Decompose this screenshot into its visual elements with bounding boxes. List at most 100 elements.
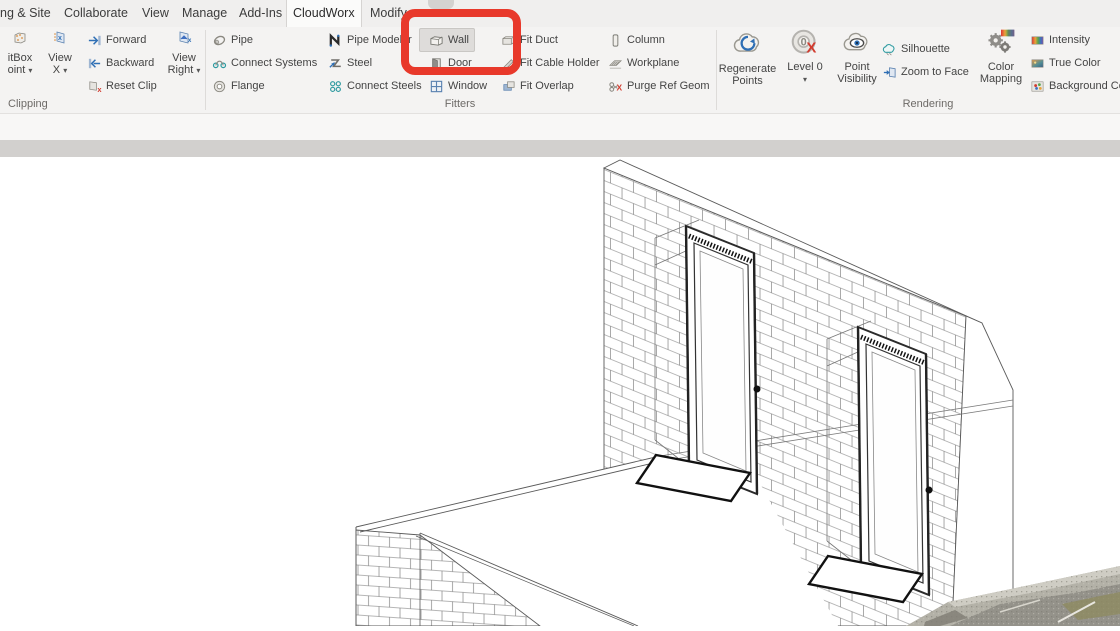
view-right-label-1: View bbox=[164, 52, 204, 64]
connect-systems-icon bbox=[211, 55, 227, 71]
silhouette-icon bbox=[881, 41, 897, 57]
window-icon bbox=[428, 78, 444, 94]
fit-overlap-label: Fit Overlap bbox=[520, 80, 574, 92]
flange-label: Flange bbox=[231, 80, 265, 92]
viewport-top-strip bbox=[0, 140, 1120, 157]
background-color-icon bbox=[1029, 78, 1045, 94]
zoom-to-face-button[interactable]: Zoom to Face bbox=[881, 63, 969, 81]
point-visibility-label-2: Visibility bbox=[827, 73, 887, 85]
purge-ref-geom-button[interactable]: X Purge Ref Geom bbox=[607, 77, 710, 95]
window-label: Window bbox=[448, 80, 487, 92]
level-selector-button[interactable]: 0X Level 0 ▾ bbox=[778, 28, 832, 86]
backward-button[interactable]: Backward bbox=[86, 54, 154, 72]
point-visibility-icon bbox=[841, 28, 873, 58]
connect-steels-label: Connect Steels bbox=[347, 80, 422, 92]
reset-clip-button[interactable]: x Reset Clip bbox=[86, 77, 157, 95]
window-button[interactable]: Window bbox=[428, 77, 487, 95]
svg-text:x: x bbox=[58, 35, 62, 42]
pipe-modeler-icon bbox=[327, 32, 343, 48]
ribbon-tab-bar: ng & Site Collaborate View Manage Add-In… bbox=[0, 0, 1120, 28]
point-visibility-button[interactable]: Point Visibility bbox=[827, 28, 887, 85]
model-viewport[interactable] bbox=[0, 140, 1120, 626]
fit-cable-holder-label: Fit Cable Holder bbox=[520, 57, 599, 69]
fitbox-label-1: itBox bbox=[0, 52, 40, 64]
column-icon bbox=[607, 32, 623, 48]
color-mapping-button[interactable]: Color Mapping bbox=[972, 28, 1030, 85]
intensity-button[interactable]: Intensity bbox=[1029, 31, 1090, 49]
forward-button[interactable]: Forward bbox=[86, 31, 146, 49]
group-separator bbox=[205, 30, 206, 110]
fitbox-label-2: oint ▾ bbox=[0, 64, 40, 77]
fitbox-point-button[interactable]: itBox oint ▾ bbox=[0, 28, 40, 77]
dropdown-caret[interactable]: ▾ bbox=[28, 66, 32, 75]
dropdown-caret[interactable]: ▾ bbox=[63, 66, 67, 75]
reset-clip-label: Reset Clip bbox=[106, 80, 157, 92]
true-color-button[interactable]: True Color bbox=[1029, 54, 1101, 72]
tab-view[interactable]: View bbox=[136, 0, 175, 27]
workplane-icon bbox=[607, 55, 623, 71]
workplane-button[interactable]: Workplane bbox=[607, 54, 679, 72]
fit-overlap-button[interactable]: Fit Overlap bbox=[500, 77, 574, 95]
pipe-button[interactable]: Pipe bbox=[211, 31, 253, 49]
tab-collaborate[interactable]: Collaborate bbox=[58, 0, 134, 27]
fitters-group-label: Fitters bbox=[400, 98, 520, 110]
steel-icon bbox=[327, 55, 343, 71]
background-color-button[interactable]: Background Co bbox=[1029, 77, 1120, 95]
tab-cloudworx[interactable]: CloudWorx bbox=[286, 0, 362, 27]
connect-systems-label: Connect Systems bbox=[231, 57, 317, 69]
tab-manage[interactable]: Manage bbox=[176, 0, 233, 27]
point-visibility-label-1: Point bbox=[827, 61, 887, 73]
column-label: Column bbox=[627, 34, 665, 46]
dropdown-caret[interactable]: ▾ bbox=[196, 66, 200, 75]
fitbox-point-icon bbox=[12, 30, 28, 46]
fit-overlap-icon bbox=[500, 78, 516, 94]
color-mapping-icon bbox=[985, 28, 1017, 58]
steel-button[interactable]: Steel bbox=[327, 54, 372, 72]
view-x-label-1: View bbox=[42, 52, 78, 64]
level0-icon: 0X bbox=[790, 28, 820, 58]
flange-button[interactable]: Flange bbox=[211, 77, 265, 95]
intensity-icon bbox=[1029, 32, 1045, 48]
color-mapping-label-2: Mapping bbox=[972, 73, 1030, 85]
level-label: Level 0 bbox=[778, 61, 832, 73]
ribbon: itBox oint ▾ x View X ▾ Forward Backward… bbox=[0, 27, 1120, 114]
connect-steels-button[interactable]: Connect Steels bbox=[327, 77, 422, 95]
backward-icon bbox=[86, 55, 102, 71]
connect-systems-button[interactable]: Connect Systems bbox=[211, 54, 317, 72]
rendering-group-label: Rendering bbox=[868, 98, 988, 110]
door-handle-2 bbox=[926, 487, 933, 494]
door-handle-1 bbox=[754, 386, 761, 393]
true-color-label: True Color bbox=[1049, 57, 1101, 69]
tab-massing-site[interactable]: ng & Site bbox=[0, 0, 57, 27]
zoom-to-face-label: Zoom to Face bbox=[901, 66, 969, 78]
flange-icon bbox=[211, 78, 227, 94]
intensity-label: Intensity bbox=[1049, 34, 1090, 46]
pipe-modeler-button[interactable]: Pipe Modeler bbox=[327, 31, 412, 49]
background-color-label: Background Co bbox=[1049, 80, 1120, 92]
regenerate-points-icon bbox=[731, 28, 765, 60]
color-mapping-label-1: Color bbox=[972, 61, 1030, 73]
clipping-group-label: Clipping bbox=[8, 98, 48, 110]
column-button[interactable]: Column bbox=[607, 31, 665, 49]
purge-ref-geom-label: Purge Ref Geom bbox=[627, 80, 710, 92]
svg-text:x: x bbox=[188, 38, 192, 44]
steel-label: Steel bbox=[347, 57, 372, 69]
collapsed-panel-stub[interactable] bbox=[428, 0, 454, 9]
view-right-button[interactable]: x View Right ▾ bbox=[164, 28, 204, 77]
view-right-icon: x bbox=[176, 30, 192, 46]
backward-label: Backward bbox=[106, 57, 154, 69]
view-x-button[interactable]: x View X ▾ bbox=[42, 28, 78, 77]
svg-text:x: x bbox=[97, 85, 102, 94]
fit-duct-label: Fit Duct bbox=[520, 34, 558, 46]
view-x-label-2: X ▾ bbox=[42, 64, 78, 77]
reset-clip-icon: x bbox=[86, 78, 102, 94]
dropdown-caret[interactable]: ▾ bbox=[803, 75, 807, 84]
silhouette-button[interactable]: Silhouette bbox=[881, 40, 950, 58]
view-right-label-2: Right ▾ bbox=[164, 64, 204, 77]
svg-text:X: X bbox=[616, 82, 622, 92]
model-drawing bbox=[0, 140, 1120, 626]
workplane-label: Workplane bbox=[627, 57, 679, 69]
svg-text:X: X bbox=[806, 40, 816, 57]
tab-add-ins[interactable]: Add-Ins bbox=[233, 0, 288, 27]
application-window: { "tabs": { "items": ["ng & Site", "Coll… bbox=[0, 0, 1120, 626]
